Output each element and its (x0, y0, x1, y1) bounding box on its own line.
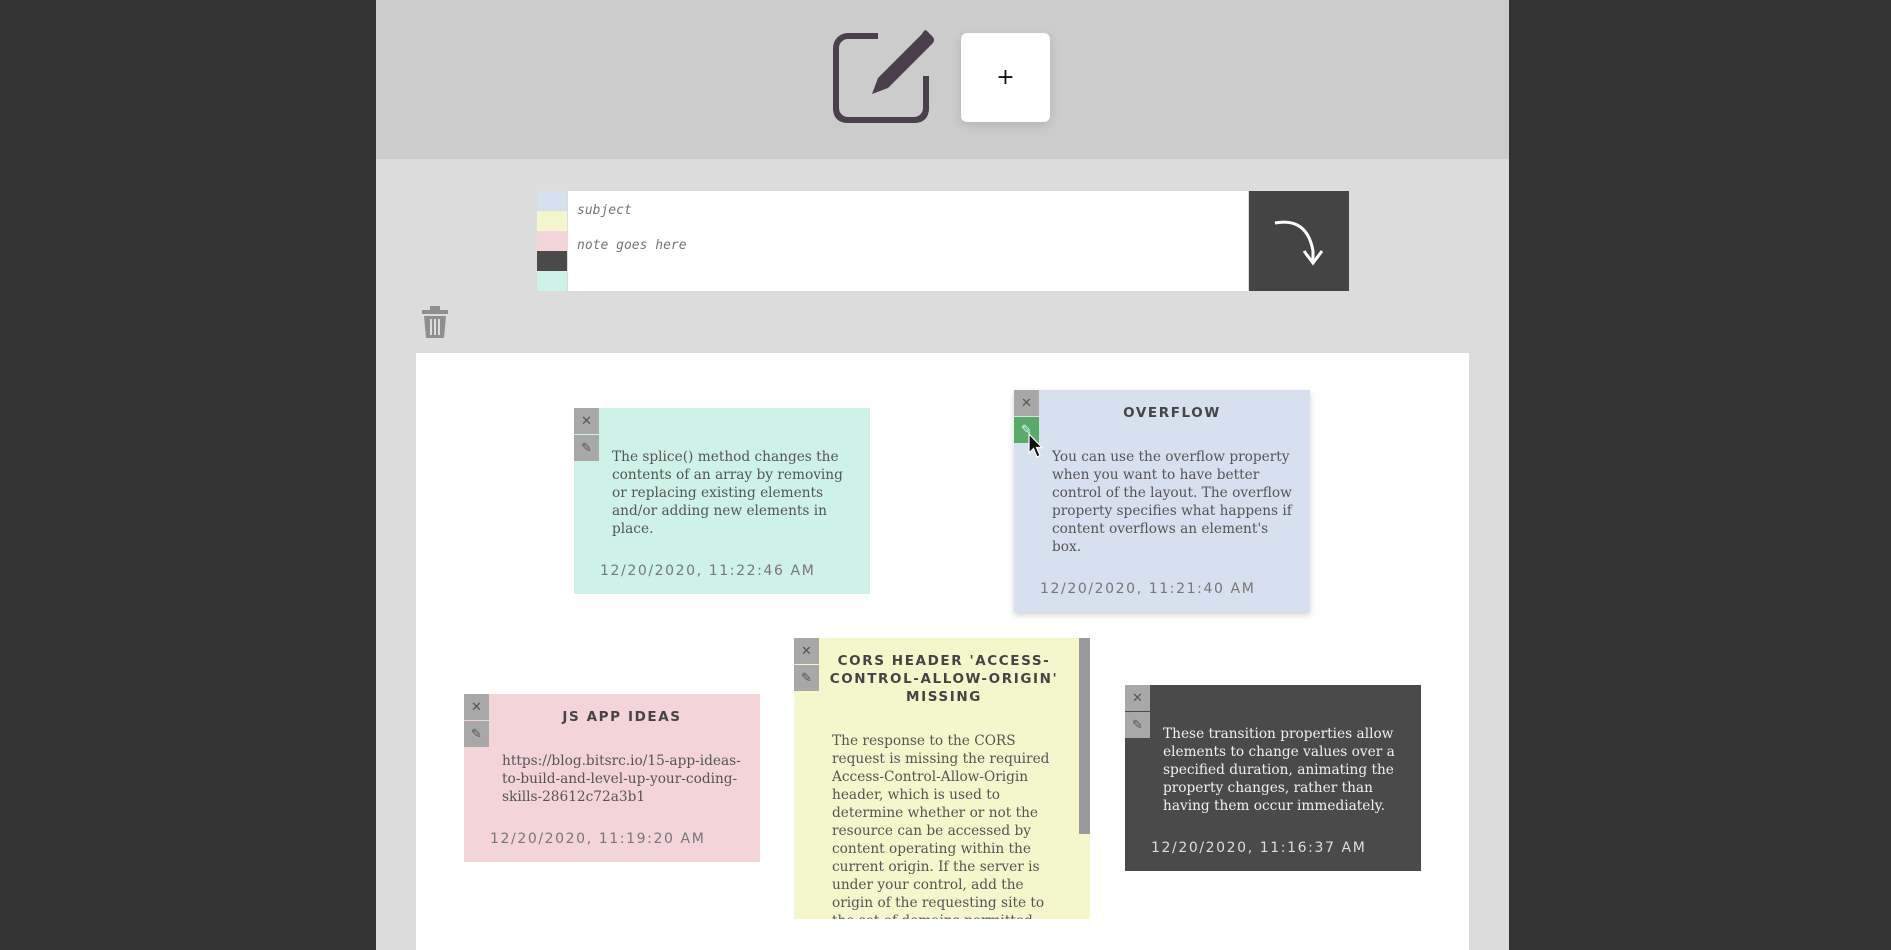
pencil-icon[interactable]: ✎ (464, 721, 489, 747)
pencil-icon[interactable]: ✎ (1125, 712, 1150, 738)
close-icon[interactable]: ✕ (574, 408, 599, 434)
header: + (376, 0, 1509, 159)
note-body: The splice() method changes the contents… (612, 449, 843, 537)
note-title: JS APP IDEAS (562, 709, 682, 725)
note-card: ✕ ✎ These transition properties allow el… (1125, 685, 1421, 871)
note-card: ✕ ✎ OVERFLOW You can use the overflow pr… (1014, 390, 1310, 612)
subject-input[interactable] (577, 200, 1227, 220)
note-body: The response to the CORS request is miss… (832, 733, 1050, 919)
color-swatch-mint[interactable] (537, 271, 567, 291)
arrow-turn-down-right-icon (1274, 220, 1324, 266)
note-input[interactable] (577, 235, 1227, 255)
add-note-button[interactable]: + (961, 33, 1050, 122)
pencil-icon[interactable]: ✎ (1014, 417, 1039, 443)
trash-icon[interactable] (421, 306, 449, 338)
pencil-icon[interactable]: ✎ (574, 435, 599, 461)
pencil-icon[interactable]: ✎ (794, 665, 819, 691)
color-picker (537, 191, 567, 291)
note-card: ✕ ✎ JS APP IDEAS https://blog.bitsrc.io/… (464, 694, 760, 862)
note-body: https://blog.bitsrc.io/15-app-ideas-to-b… (502, 753, 741, 805)
note-card: ✕ ✎ The splice() method changes the cont… (574, 408, 870, 594)
close-icon[interactable]: ✕ (794, 638, 819, 664)
color-swatch-yellow[interactable] (537, 211, 567, 231)
note-body: You can use the overflow property when y… (1052, 449, 1292, 555)
color-swatch-pink[interactable] (537, 231, 567, 251)
notes-board: ✕ ✎ The splice() method changes the cont… (416, 353, 1469, 950)
note-body: These transition properties allow elemen… (1163, 726, 1395, 814)
note-card: ✕ ✎ CORS HEADER 'ACCESS-CONTROL-ALLOW-OR… (794, 638, 1090, 919)
close-icon[interactable]: ✕ (1125, 685, 1150, 711)
color-swatch-blue[interactable] (537, 191, 567, 211)
close-icon[interactable]: ✕ (464, 694, 489, 720)
color-swatch-dark[interactable] (537, 251, 567, 271)
compose-form (537, 191, 1349, 291)
note-title: CORS HEADER 'ACCESS-CONTROL-ALLOW-ORIGIN… (829, 653, 1059, 705)
submit-note-button[interactable] (1249, 191, 1349, 291)
compose-fields (568, 191, 1248, 291)
note-date: 12/20/2020, 11:21:40 AM (1040, 581, 1256, 597)
edit-note-icon (833, 26, 934, 123)
close-icon[interactable]: ✕ (1014, 390, 1039, 416)
note-date: 12/20/2020, 11:16:37 AM (1151, 840, 1367, 856)
note-date: 12/20/2020, 11:19:20 AM (490, 831, 706, 847)
note-title: OVERFLOW (1123, 405, 1221, 421)
app-container: + ✕ ✎ The (376, 0, 1509, 950)
note-date: 12/20/2020, 11:22:46 AM (600, 563, 816, 579)
scrollbar[interactable] (1079, 638, 1090, 834)
